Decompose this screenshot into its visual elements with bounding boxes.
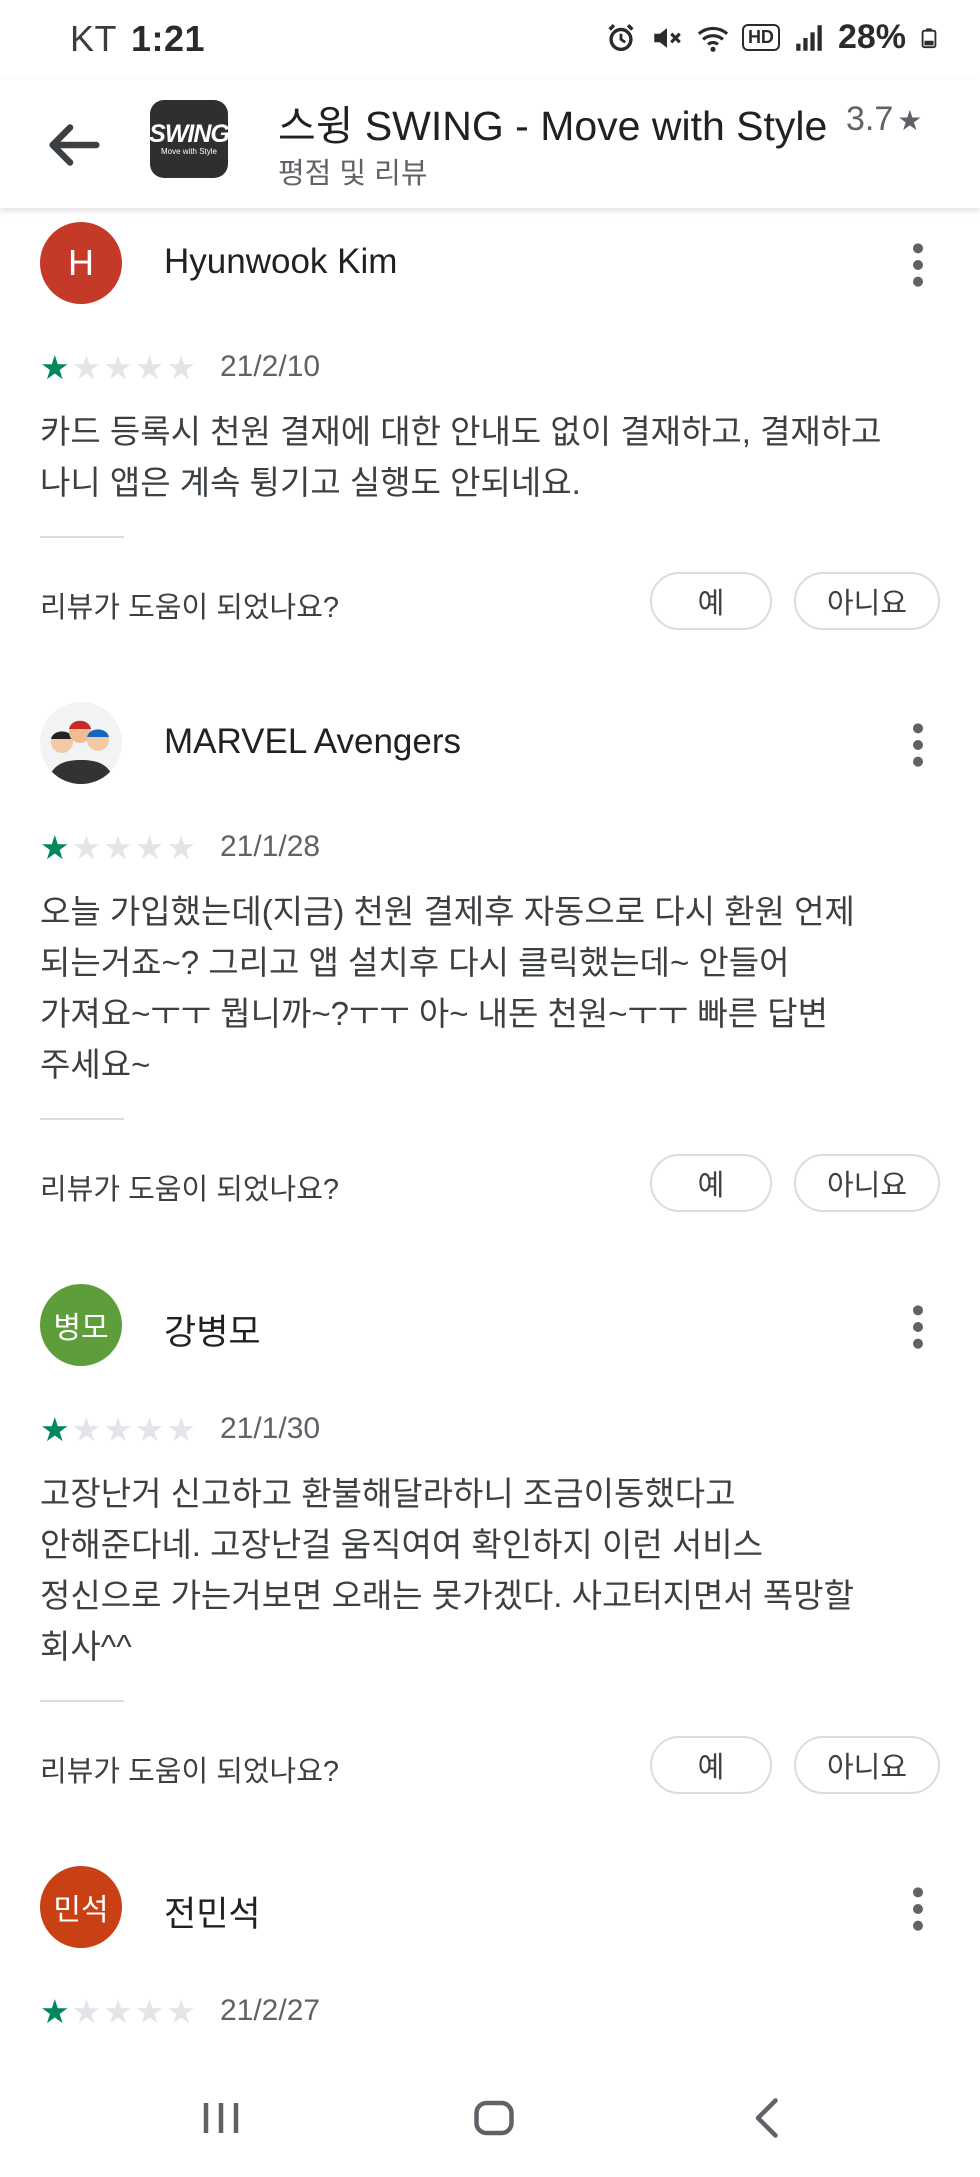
mute-icon bbox=[654, 27, 681, 48]
avatar-image bbox=[40, 702, 122, 784]
star-empty-icon: ★ bbox=[166, 828, 196, 866]
divider bbox=[40, 1700, 124, 1702]
star-filled-icon: ★ bbox=[40, 348, 70, 386]
star-empty-icon: ★ bbox=[103, 1992, 133, 2030]
review-text: 오늘 가입했는데(지금) 천원 결제후 자동으로 다시 환원 언제 되는거죠~?… bbox=[40, 886, 960, 1090]
review-text-line: 주세요~ bbox=[40, 1046, 151, 1083]
divider bbox=[40, 536, 124, 538]
review-author: Hyunwook Kim bbox=[164, 242, 398, 281]
more-options-icon[interactable] bbox=[900, 1302, 936, 1352]
signal-icon bbox=[796, 24, 822, 51]
battery-icon bbox=[921, 27, 937, 48]
star-empty-icon: ★ bbox=[71, 1992, 102, 2030]
more-options-icon[interactable] bbox=[900, 1884, 936, 1934]
app-icon-tagline: Move with Style bbox=[160, 147, 218, 156]
helpful-yes-button[interactable]: 예 bbox=[650, 1154, 772, 1212]
review-date: 21/1/28 bbox=[219, 830, 321, 863]
status-left: KT 1:21 bbox=[70, 18, 205, 60]
star-empty-icon: ★ bbox=[166, 348, 196, 386]
review-text-line: 카드 등록시 천원 결재에 대한 안내도 없이 결재하고, 결재하고 bbox=[40, 413, 882, 450]
review-text: 카드 등록시 천원 결재에 대한 안내도 없이 결재하고, 결재하고 나니 앱은… bbox=[40, 406, 960, 508]
star-filled-icon: ★ bbox=[40, 1410, 70, 1448]
avatar[interactable]: 민석 bbox=[40, 1866, 122, 1948]
helpful-no-button[interactable]: 아니요 bbox=[794, 1736, 940, 1794]
review-text: 고장난거 신고하고 환불해달라하니 조금이동했다고 안해준다네. 고장난걸 움직… bbox=[40, 1468, 960, 1672]
back-arrow-icon[interactable] bbox=[38, 110, 108, 180]
star-empty-icon: ★ bbox=[103, 828, 133, 866]
star-empty-icon: ★ bbox=[134, 348, 165, 386]
avatar[interactable] bbox=[40, 702, 122, 784]
hd-icon: HD bbox=[741, 24, 780, 51]
app-title: 스윙 SWING - Move with Style bbox=[278, 103, 828, 149]
back-nav-icon[interactable] bbox=[738, 2088, 798, 2148]
rating-star-icon: ★ bbox=[897, 105, 923, 136]
review-text-line: 고장난거 신고하고 환불해달라하니 조금이동했다고 bbox=[40, 1475, 736, 1512]
star-empty-icon: ★ bbox=[71, 828, 102, 866]
app-header: SWING Move with Style 스윙 SWING - Move wi… bbox=[0, 80, 980, 208]
helpful-question: 리뷰가 도움이 되었나요? bbox=[40, 1756, 340, 1788]
star-empty-icon: ★ bbox=[71, 348, 102, 386]
review-rating: ★ ★ ★ ★ ★ 21/2/10 bbox=[40, 350, 320, 384]
recent-apps-icon[interactable] bbox=[191, 2088, 251, 2148]
review-rating: ★ ★ ★ ★ ★ 21/2/27 bbox=[40, 1994, 320, 2028]
review-date: 21/1/30 bbox=[219, 1412, 321, 1445]
review-date: 21/2/10 bbox=[219, 350, 321, 383]
status-right: HD 28% bbox=[604, 18, 940, 57]
review-text-line: 회사^^ bbox=[40, 1628, 132, 1665]
app-icon[interactable]: SWING Move with Style bbox=[149, 100, 230, 178]
more-options-icon[interactable] bbox=[900, 720, 936, 770]
avatar[interactable]: 병모 bbox=[40, 1284, 122, 1366]
helpful-question: 리뷰가 도움이 되었나요? bbox=[40, 1174, 340, 1206]
battery-percent: 28% bbox=[837, 18, 906, 56]
review-text-line: 되는거죠~? 그리고 앱 설치후 다시 클릭했는데~ 안들어 bbox=[40, 944, 790, 981]
review-date: 21/2/27 bbox=[219, 1994, 321, 2027]
clock: 1:21 bbox=[131, 18, 206, 59]
star-filled-icon: ★ bbox=[40, 828, 70, 866]
page-subtitle: 평점 및 리뷰 bbox=[278, 158, 428, 190]
app-rating: 3.7 ★ bbox=[846, 100, 922, 139]
carrier-label: KT bbox=[70, 18, 118, 59]
wifi-icon bbox=[697, 26, 729, 52]
review-author: MARVEL Avengers bbox=[164, 722, 462, 761]
star-empty-icon: ★ bbox=[134, 1410, 165, 1448]
star-empty-icon: ★ bbox=[134, 828, 165, 866]
helpful-yes-button[interactable]: 예 bbox=[650, 1736, 772, 1794]
review-author: 전민석 bbox=[164, 1895, 261, 1934]
review-rating: ★ ★ ★ ★ ★ 21/1/28 bbox=[40, 830, 320, 864]
helpful-no-button[interactable]: 아니요 bbox=[794, 572, 940, 630]
star-empty-icon: ★ bbox=[134, 1992, 165, 2030]
divider bbox=[40, 1118, 124, 1120]
review-author: 강병모 bbox=[164, 1313, 261, 1352]
alarm-icon bbox=[608, 23, 634, 51]
helpful-question: 리뷰가 도움이 되었나요? bbox=[40, 592, 340, 624]
star-empty-icon: ★ bbox=[166, 1410, 196, 1448]
review-text-line: 오늘 가입했는데(지금) 천원 결제후 자동으로 다시 환원 언제 bbox=[40, 893, 855, 930]
review-text-line: 정신으로 가는거보면 오래는 못가겠다. 사고터지면서 폭망할 bbox=[40, 1577, 855, 1614]
app-icon-logo: SWING bbox=[149, 120, 230, 148]
rating-value: 3.7 bbox=[846, 100, 894, 138]
helpful-yes-button[interactable]: 예 bbox=[650, 572, 772, 630]
star-empty-icon: ★ bbox=[166, 1992, 196, 2030]
avatar[interactable]: H bbox=[40, 222, 122, 304]
review-text-line: 안해준다네. 고장난걸 움직여여 확인하지 이런 서비스 bbox=[40, 1526, 763, 1563]
star-empty-icon: ★ bbox=[103, 1410, 133, 1448]
helpful-no-button[interactable]: 아니요 bbox=[794, 1154, 940, 1212]
star-empty-icon: ★ bbox=[71, 1410, 102, 1448]
star-filled-icon: ★ bbox=[40, 1992, 70, 2030]
review-rating: ★ ★ ★ ★ ★ 21/1/30 bbox=[40, 1412, 320, 1446]
review-text-line: 가져요~ㅜㅜ 뭡니까~?ㅜㅜ 아~ 내돈 천원~ㅜㅜ 빠른 답변 bbox=[40, 995, 829, 1032]
system-nav-bar bbox=[0, 2060, 980, 2177]
review-text-line: 나니 앱은 계속 튕기고 실행도 안되네요. bbox=[40, 464, 581, 501]
more-options-icon[interactable] bbox=[900, 240, 936, 290]
status-bar: KT 1:21 HD 28% bbox=[0, 0, 980, 80]
star-empty-icon: ★ bbox=[103, 348, 133, 386]
home-icon[interactable] bbox=[464, 2088, 524, 2148]
